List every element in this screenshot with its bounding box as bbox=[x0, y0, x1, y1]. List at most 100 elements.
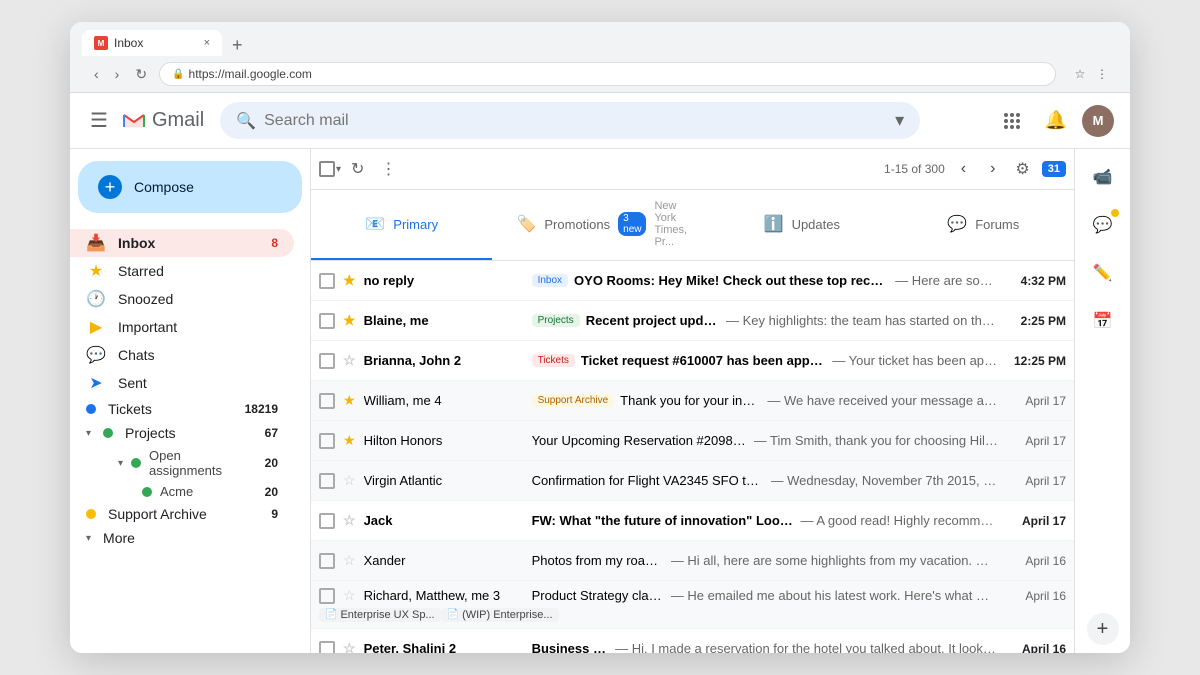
projects-expand-icon[interactable]: ▾ bbox=[86, 428, 91, 439]
email-row-10[interactable]: ☆ Peter, Shalini 2 Business trip — Hi, I… bbox=[311, 629, 1074, 653]
email-row-4[interactable]: ★ William, me 4 Support Archive Thank yo… bbox=[311, 381, 1074, 421]
sidebar-item-support-archive[interactable]: Support Archive 9 bbox=[70, 502, 294, 526]
email-row-6[interactable]: ☆ Virgin Atlantic Confirmation for Fligh… bbox=[311, 461, 1074, 501]
tab-updates[interactable]: ℹ️ Updates bbox=[711, 190, 892, 260]
browser-window: M Inbox × + ‹ › ↻ 🔒 https://mail.google.… bbox=[70, 22, 1130, 653]
compose-button[interactable]: + Compose bbox=[78, 161, 302, 213]
star-icon-3[interactable]: ☆ bbox=[343, 352, 356, 369]
projects-label: Projects bbox=[125, 425, 176, 441]
star-icon-2[interactable]: ★ bbox=[343, 312, 356, 329]
email-row-3[interactable]: ☆ Brianna, John 2 Tickets Ticket request… bbox=[311, 341, 1074, 381]
email-row-2[interactable]: ★ Blaine, me Projects Recent project upd… bbox=[311, 301, 1074, 341]
star-icon-6[interactable]: ☆ bbox=[343, 472, 356, 489]
sidebar-item-acme[interactable]: Acme 20 bbox=[70, 481, 294, 502]
tab-promotions[interactable]: 🏷️ Promotions 3 new New York Times, Pr..… bbox=[492, 190, 711, 260]
email-time-6: April 17 bbox=[1006, 474, 1066, 488]
inbox-icon: 📥 bbox=[86, 233, 106, 253]
doc-icon: 📄 bbox=[447, 609, 459, 620]
notifications-btn[interactable]: 🔔 bbox=[1038, 103, 1074, 139]
email-checkbox-6[interactable] bbox=[319, 473, 335, 489]
email-checkbox-5[interactable] bbox=[319, 433, 335, 449]
refresh-btn[interactable]: ↻ bbox=[131, 64, 151, 85]
chat-btn[interactable]: 💬 bbox=[1083, 205, 1123, 245]
select-all-box[interactable] bbox=[319, 161, 335, 177]
email-checkbox-10[interactable] bbox=[319, 641, 335, 654]
sidebar-item-inbox[interactable]: 📥 Inbox 8 bbox=[70, 229, 294, 257]
star-icon-9[interactable]: ☆ bbox=[343, 587, 356, 604]
refresh-btn[interactable]: ↻ bbox=[345, 153, 370, 185]
email-content-8: Photos from my road trip — Hi all, here … bbox=[532, 553, 998, 568]
sidebar-item-chats[interactable]: 💬 Chats bbox=[70, 341, 294, 369]
star-icon-5[interactable]: ★ bbox=[343, 432, 356, 449]
back-btn[interactable]: ‹ bbox=[90, 64, 103, 84]
email-tag-1: Inbox bbox=[532, 274, 568, 287]
search-dropdown-icon[interactable]: ▾ bbox=[895, 110, 904, 131]
address-bar[interactable]: 🔒 https://mail.google.com bbox=[159, 62, 1056, 86]
tab-forums[interactable]: 💬 Forums bbox=[893, 190, 1074, 260]
tab-close-btn[interactable]: × bbox=[204, 37, 210, 49]
email-row-9[interactable]: ☆ Richard, Matthew, me 3 Product Strateg… bbox=[311, 581, 1074, 629]
star-icon-7[interactable]: ☆ bbox=[343, 512, 356, 529]
star-icon-1[interactable]: ★ bbox=[343, 272, 356, 289]
email-content-7: FW: What "the future of innovation" Look… bbox=[532, 513, 998, 528]
calendar-btn[interactable]: 📅 bbox=[1083, 301, 1123, 341]
sidebar-item-tickets[interactable]: Tickets 18219 bbox=[70, 397, 294, 421]
tasks-btn[interactable]: ✏️ bbox=[1083, 253, 1123, 293]
email-row-8[interactable]: ☆ Xander Photos from my road trip — Hi a… bbox=[311, 541, 1074, 581]
next-page-btn[interactable]: › bbox=[982, 156, 1003, 182]
bookmark-icon[interactable]: ☆ bbox=[1072, 66, 1088, 82]
doc-chip-label: Enterprise UX Sp... bbox=[340, 609, 434, 621]
forward-btn[interactable]: › bbox=[111, 64, 124, 84]
prev-page-btn[interactable]: ‹ bbox=[953, 156, 974, 182]
email-time-3: 12:25 PM bbox=[1006, 354, 1066, 368]
email-checkbox-4[interactable] bbox=[319, 393, 335, 409]
sidebar-item-more[interactable]: ▾ More bbox=[70, 526, 294, 550]
tab-primary[interactable]: 📧 Primary bbox=[311, 190, 492, 260]
sidebar-item-snoozed[interactable]: 🕐 Snoozed bbox=[70, 285, 294, 313]
inbox-label: Inbox bbox=[118, 235, 155, 251]
email-checkbox-2[interactable] bbox=[319, 313, 335, 329]
browser-tabs: M Inbox × + bbox=[82, 30, 1118, 56]
email-row-1[interactable]: ★ no reply Inbox OYO Rooms: Hey Mike! Ch… bbox=[311, 261, 1074, 301]
hamburger-menu-icon[interactable]: ☰ bbox=[86, 104, 112, 137]
add-panel-btn[interactable]: + bbox=[1087, 613, 1119, 645]
select-all-checkbox[interactable]: ▾ bbox=[319, 161, 341, 177]
support-archive-color-dot bbox=[86, 509, 96, 519]
avatar[interactable]: M bbox=[1082, 105, 1114, 137]
updates-tab-icon: ℹ️ bbox=[764, 214, 784, 234]
select-dropdown-icon[interactable]: ▾ bbox=[336, 164, 341, 175]
email-checkbox-7[interactable] bbox=[319, 513, 335, 529]
calendar-badge[interactable]: 31 bbox=[1042, 161, 1066, 177]
more-expand-icon: ▾ bbox=[86, 533, 91, 544]
email-content-1: Inbox OYO Rooms: Hey Mike! Check out the… bbox=[532, 273, 998, 288]
star-icon-4[interactable]: ★ bbox=[343, 392, 356, 409]
email-checkbox-1[interactable] bbox=[319, 273, 335, 289]
email-checkbox-3[interactable] bbox=[319, 353, 335, 369]
email-row-7[interactable]: ☆ Jack FW: What "the future of innovatio… bbox=[311, 501, 1074, 541]
meet-btn[interactable]: 📹 bbox=[1083, 157, 1123, 197]
sender-7: Jack bbox=[364, 513, 524, 528]
sidebar-item-important[interactable]: ▶ Important bbox=[70, 313, 294, 341]
email-time-1: 4:32 PM bbox=[1006, 274, 1066, 288]
star-icon-8[interactable]: ☆ bbox=[343, 552, 356, 569]
new-tab-btn[interactable]: + bbox=[224, 35, 251, 56]
browser-menu-icon[interactable]: ⋮ bbox=[1094, 66, 1110, 82]
important-icon: ▶ bbox=[86, 317, 106, 337]
sidebar-item-open-assignments[interactable]: ▾ Open assignments 20 bbox=[70, 445, 294, 481]
sidebar-item-projects[interactable]: ▾ Projects 67 bbox=[70, 421, 294, 445]
email-row-5[interactable]: ★ Hilton Honors Your Upcoming Reservatio… bbox=[311, 421, 1074, 461]
sidebar-item-starred[interactable]: ★ Starred bbox=[70, 257, 294, 285]
email-subject-2: Recent project updates bbox=[586, 313, 720, 328]
search-input[interactable] bbox=[264, 112, 895, 130]
email-checkbox-9[interactable] bbox=[319, 588, 335, 604]
active-tab[interactable]: M Inbox × bbox=[82, 30, 222, 56]
star-icon-10[interactable]: ☆ bbox=[343, 640, 356, 653]
sidebar-item-sent[interactable]: ➤ Sent bbox=[70, 369, 294, 397]
apps-icon-btn[interactable] bbox=[994, 103, 1030, 139]
open-assignments-expand-icon[interactable]: ▾ bbox=[118, 458, 123, 469]
email-checkbox-8[interactable] bbox=[319, 553, 335, 569]
search-bar[interactable]: 🔍 ▾ bbox=[220, 102, 920, 139]
more-options-btn[interactable]: ⋮ bbox=[374, 153, 402, 185]
settings-icon[interactable]: ⚙ bbox=[1011, 155, 1033, 183]
chat-notification-dot bbox=[1111, 209, 1119, 217]
